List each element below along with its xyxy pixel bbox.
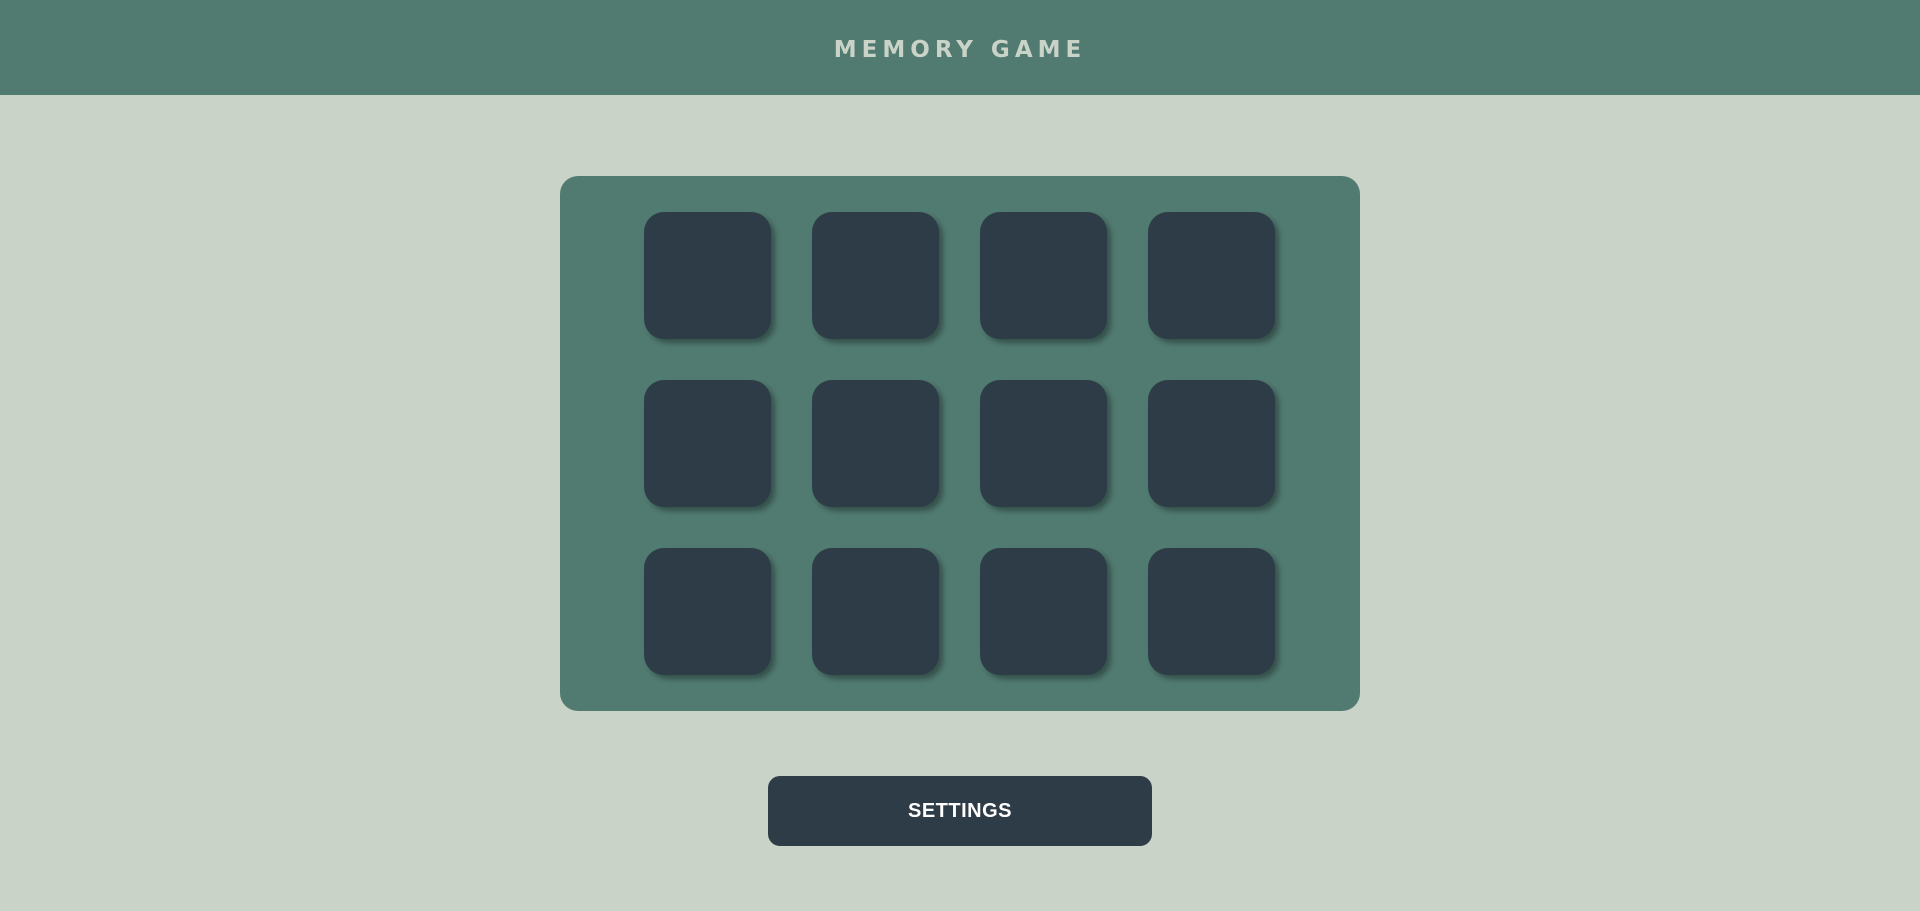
header-bar: MEMORY GAME [0, 0, 1920, 95]
card[interactable] [812, 380, 939, 507]
card[interactable] [644, 212, 771, 339]
settings-button[interactable]: SETTINGS [768, 776, 1152, 846]
game-board [560, 176, 1360, 711]
page-title: MEMORY GAME [833, 36, 1087, 63]
card-grid [644, 212, 1275, 675]
card[interactable] [1148, 212, 1275, 339]
card[interactable] [812, 212, 939, 339]
card[interactable] [812, 548, 939, 675]
card[interactable] [980, 380, 1107, 507]
card[interactable] [980, 212, 1107, 339]
card[interactable] [1148, 548, 1275, 675]
card[interactable] [1148, 380, 1275, 507]
card[interactable] [644, 548, 771, 675]
card[interactable] [980, 548, 1107, 675]
card[interactable] [644, 380, 771, 507]
